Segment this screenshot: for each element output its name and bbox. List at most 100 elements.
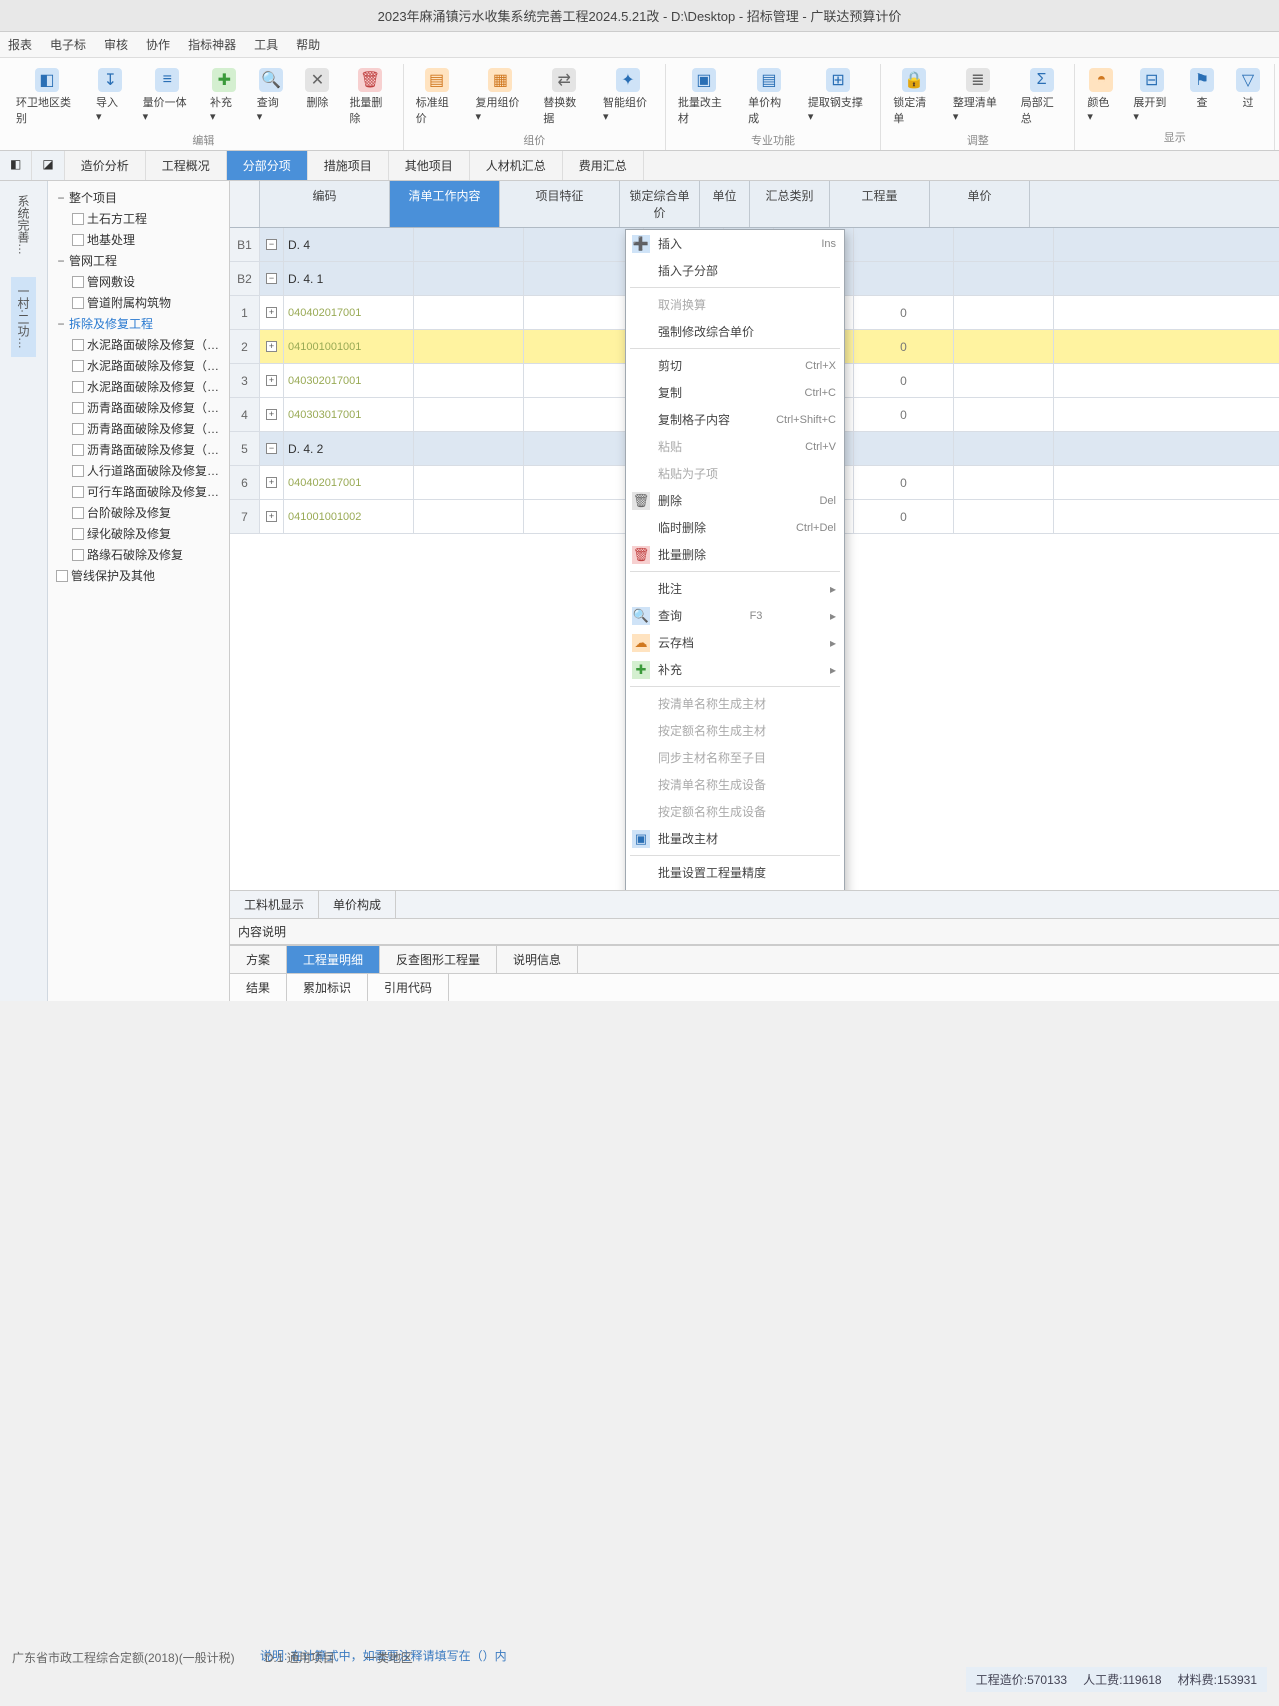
subtab-其他项目[interactable]: 其他项目 <box>389 151 470 180</box>
menu-工具[interactable]: 工具 <box>254 36 278 53</box>
menu-报表[interactable]: 报表 <box>8 36 32 53</box>
tree-管网敷设[interactable]: 管网敷设 <box>52 271 225 292</box>
detailtab-方案[interactable]: 方案 <box>230 946 287 973</box>
ctx-剪切[interactable]: 剪切Ctrl+X <box>626 352 844 379</box>
gridcol-编码[interactable]: 编码 <box>260 181 390 227</box>
tree-沥青路面破除及修复（…[interactable]: 沥青路面破除及修复（… <box>52 439 225 460</box>
tree-管道附属构筑物[interactable]: 管道附属构筑物 <box>52 292 225 313</box>
ctx-复制格子内容[interactable]: 复制格子内容Ctrl+Shift+C <box>626 406 844 433</box>
locklist-btn[interactable]: 🔒锁定清单 <box>885 64 943 130</box>
tree-沥青路面破除及修复（…[interactable]: 沥青路面破除及修复（… <box>52 418 225 439</box>
doc-icon <box>72 297 84 309</box>
ctx-批量改主材[interactable]: ▣批量改主材 <box>626 825 844 852</box>
price-btn[interactable]: ≡量价一体 ▾ <box>135 64 200 130</box>
ctx-取消换算: 取消换算 <box>626 291 844 318</box>
menu-协作[interactable]: 协作 <box>146 36 170 53</box>
batchmat-btn[interactable]: ▣批量改主材 <box>670 64 738 130</box>
doc-icon <box>72 507 84 519</box>
subtab-人材机汇总[interactable]: 人材机汇总 <box>470 151 563 180</box>
tree-管线保护及其他[interactable]: 管线保护及其他 <box>52 565 225 586</box>
gridcol-单位[interactable]: 单位 <box>700 181 750 227</box>
menu-指标神器[interactable]: 指标神器 <box>188 36 236 53</box>
bureau-btn[interactable]: Σ局部汇总 <box>1013 64 1071 130</box>
tree-土石方工程[interactable]: 土石方工程 <box>52 208 225 229</box>
region-btn[interactable]: ◧环卫地区类别 <box>8 64 86 130</box>
gridcol-工程量[interactable]: 工程量 <box>830 181 930 227</box>
unitcomp-btn-icon: ▤ <box>757 68 781 92</box>
query-btn[interactable]: 🔍查询 ▾ <box>249 64 294 130</box>
ctx-复制[interactable]: 复制Ctrl+C <box>626 379 844 406</box>
tree-管网工程[interactable]: −管网工程 <box>52 250 225 271</box>
ctx-页面显示列设置[interactable]: 页面显示列设置 <box>626 886 844 890</box>
ctx-删除[interactable]: 🗑删除Del <box>626 487 844 514</box>
gridcol-清单工作内容[interactable]: 清单工作内容 <box>390 181 500 227</box>
ctx-批注[interactable]: 批注▸ <box>626 575 844 602</box>
tree-路缘石破除及修复[interactable]: 路缘石破除及修复 <box>52 544 225 565</box>
bottomtab-工料机显示[interactable]: 工料机显示 <box>230 891 319 918</box>
detailtab-说明信息[interactable]: 说明信息 <box>497 946 578 973</box>
extract-btn[interactable]: ⊞提取钢支撑 ▾ <box>800 64 876 130</box>
color-btn[interactable]: ◓颜色 ▾ <box>1079 64 1123 127</box>
tree-拆除及修复工程[interactable]: −拆除及修复工程 <box>52 313 225 334</box>
content-description-label: 内容说明 <box>238 925 286 939</box>
subtab-造价分析[interactable]: 造价分析 <box>65 151 146 180</box>
find-btn[interactable]: ⚑查 <box>1180 64 1224 127</box>
ctx-粘贴为子项: 粘贴为子项 <box>626 460 844 487</box>
supplement-btn[interactable]: ✚补充 ▾ <box>202 64 247 130</box>
gridcol-锁定综合单价[interactable]: 锁定综合单价 <box>620 181 700 227</box>
smartprice-btn[interactable]: ✦智能组价 ▾ <box>595 64 661 130</box>
tree-台阶破除及修复[interactable]: 台阶破除及修复 <box>52 502 225 523</box>
detailsub-累加标识[interactable]: 累加标识 <box>287 974 368 1001</box>
tree-绿化破除及修复[interactable]: 绿化破除及修复 <box>52 523 225 544</box>
pin-tab-icon[interactable]: ◪ <box>32 151 64 180</box>
tree-水泥路面破除及修复（…[interactable]: 水泥路面破除及修复（… <box>52 376 225 397</box>
filetab-一村·二功…[interactable]: 一村·二功… <box>11 277 36 357</box>
subtab-分部分项[interactable]: 分部分项 <box>227 151 308 180</box>
tree-沥青路面破除及修复（…[interactable]: 沥青路面破除及修复（… <box>52 397 225 418</box>
replacedata-btn[interactable]: ⇄替换数据 <box>535 64 593 130</box>
detailtab-反查图形工程量[interactable]: 反查图形工程量 <box>380 946 497 973</box>
ctx-补充[interactable]: ✚补充▸ <box>626 656 844 683</box>
ctx-插入[interactable]: ➕插入Ins <box>626 230 844 257</box>
ctx-强制修改综合单价[interactable]: 强制修改综合单价 <box>626 318 844 345</box>
delete-btn[interactable]: ✕删除 <box>295 64 339 130</box>
gridcol-单价[interactable]: 单价 <box>930 181 1030 227</box>
ctx-批量设置工程量精度[interactable]: 批量设置工程量精度 <box>626 859 844 886</box>
collapse-tab-icon[interactable]: ◧ <box>0 151 32 180</box>
tree-地基处理[interactable]: 地基处理 <box>52 229 225 250</box>
tree-可行车路面破除及修复…[interactable]: 可行车路面破除及修复… <box>52 481 225 502</box>
stdprice-btn[interactable]: ▤标准组价 <box>408 64 466 130</box>
menu-帮助[interactable]: 帮助 <box>296 36 320 53</box>
tree-人行道路面破除及修复…[interactable]: 人行道路面破除及修复… <box>52 460 225 481</box>
menu-电子标[interactable]: 电子标 <box>50 36 86 53</box>
batchdel-btn[interactable]: 🗑批量删除 <box>341 64 398 130</box>
reuseprice-btn-icon: ▦ <box>488 68 512 92</box>
subtab-措施项目[interactable]: 措施项目 <box>308 151 389 180</box>
ctx-临时删除[interactable]: 临时删除Ctrl+Del <box>626 514 844 541</box>
import-btn[interactable]: ↧导入 ▾ <box>88 64 133 130</box>
tree-水泥路面破除及修复（…[interactable]: 水泥路面破除及修复（… <box>52 355 225 376</box>
cleanlist-btn[interactable]: ≣整理清单 ▾ <box>945 64 1011 130</box>
gridcol-项目特征[interactable]: 项目特征 <box>500 181 620 227</box>
detailsub-引用代码[interactable]: 引用代码 <box>368 974 449 1001</box>
subtab-费用汇总[interactable]: 费用汇总 <box>563 151 644 180</box>
subtab-工程概况[interactable]: 工程概况 <box>146 151 227 180</box>
tree-整个项目[interactable]: −整个项目 <box>52 187 225 208</box>
ctx-云存档[interactable]: ☁云存档▸ <box>626 629 844 656</box>
tree-水泥路面破除及修复（…[interactable]: 水泥路面破除及修复（… <box>52 334 225 355</box>
expand-btn[interactable]: ⊟展开到 ▾ <box>1125 64 1178 127</box>
gridcol-汇总类别[interactable]: 汇总类别 <box>750 181 830 227</box>
ctx-批量删除[interactable]: 🗑批量删除 <box>626 541 844 568</box>
unitcomp-btn[interactable]: ▤单价构成 <box>740 64 798 130</box>
gridcol-row[interactable] <box>230 181 260 227</box>
detailtab-工程量明细[interactable]: 工程量明细 <box>287 946 380 973</box>
filter-btn[interactable]: ▽过 <box>1226 64 1270 127</box>
ctx-插入子分部[interactable]: 插入子分部 <box>626 257 844 284</box>
reuseprice-btn[interactable]: ▦复用组价 ▾ <box>467 64 533 130</box>
filetab-系统完善…[interactable]: 系统完善… <box>11 187 36 263</box>
detailsub-结果[interactable]: 结果 <box>230 974 287 1001</box>
bottomtab-单价构成[interactable]: 单价构成 <box>319 891 396 918</box>
ctx-查询[interactable]: 🔍查询F3▸ <box>626 602 844 629</box>
context-menu: ➕插入Ins插入子分部取消换算强制修改综合单价剪切Ctrl+X复制Ctrl+C复… <box>625 229 845 890</box>
menu-审核[interactable]: 审核 <box>104 36 128 53</box>
